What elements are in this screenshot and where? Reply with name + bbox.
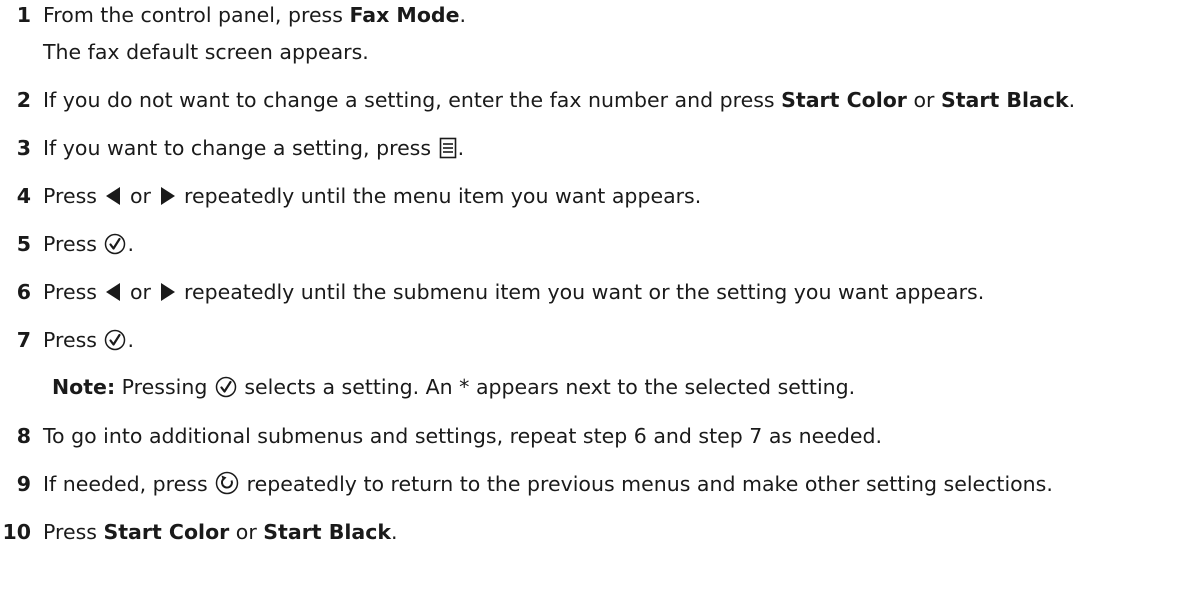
step-text: To go into additional submenus and setti…: [43, 424, 882, 448]
back-icon: [215, 471, 239, 495]
step-number: 10: [2, 520, 31, 544]
step-1-result: The fax default screen appears.: [43, 40, 369, 64]
select-icon: [104, 233, 126, 255]
menu-icon: [439, 137, 457, 159]
right-arrow-icon: [159, 185, 177, 207]
select-icon: [104, 329, 126, 351]
step-number: 4: [16, 184, 31, 208]
left-arrow-icon: [104, 185, 122, 207]
step-text: If you want to change a setting, press .: [43, 136, 465, 160]
step-text: Press Start Color or Start Black.: [43, 520, 398, 544]
step-number: 5: [16, 232, 31, 256]
step-number: 3: [16, 136, 31, 160]
step-number: 9: [16, 472, 31, 496]
step-number: 8: [16, 424, 31, 448]
step-number: 7: [16, 328, 31, 352]
step-number: 1: [16, 3, 31, 27]
step-text: From the control panel, press Fax Mode.: [43, 3, 467, 27]
right-arrow-icon: [159, 281, 177, 303]
step-number: 2: [16, 88, 31, 112]
step-text: Press .: [43, 328, 135, 352]
step-text: Press .: [43, 232, 135, 256]
step-text: Press or repeatedly until the menu item …: [43, 184, 702, 208]
step-number: 6: [16, 280, 31, 304]
select-icon: [215, 376, 237, 398]
step-text: If needed, press repeatedly to return to…: [43, 471, 1053, 496]
note-label: Note:: [52, 375, 116, 399]
step-text: If you do not want to change a setting, …: [43, 88, 1076, 112]
left-arrow-icon: [104, 281, 122, 303]
step-text: Press or repeatedly until the submenu it…: [43, 280, 985, 304]
note: Note: Pressing selects a setting. An * a…: [52, 375, 856, 399]
